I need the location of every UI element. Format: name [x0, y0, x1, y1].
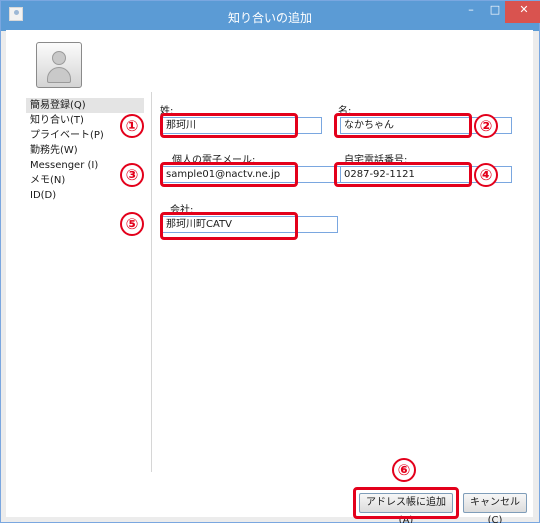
minimize-button[interactable]: – [459, 1, 483, 23]
contact-avatar[interactable] [36, 42, 82, 88]
cancel-button[interactable]: キャンセル(C) [463, 493, 527, 523]
annotation-2: ② [474, 114, 498, 138]
annotation-6: ⑥ [392, 458, 416, 482]
title-bar[interactable]: 知り合いの追加 – □ ✕ [1, 1, 540, 31]
close-button[interactable]: ✕ [505, 1, 540, 23]
annotation-3: ③ [120, 163, 144, 187]
maximize-button[interactable]: □ [483, 1, 507, 23]
highlight-first-name [334, 113, 472, 138]
sidebar-divider [151, 92, 152, 472]
highlight-home-phone [334, 162, 472, 187]
sidebar-item-quick-entry[interactable]: 簡易登録(Q) [26, 98, 144, 113]
highlight-email [160, 162, 298, 187]
highlight-last-name [160, 113, 298, 138]
annotation-4: ④ [474, 163, 498, 187]
annotation-5: ⑤ [120, 212, 144, 236]
annotation-1: ① [120, 114, 144, 138]
sidebar-item-work[interactable]: 勤務先(W) [26, 143, 144, 158]
highlight-company [160, 212, 298, 240]
person-torso-icon [47, 67, 71, 83]
person-head-icon [52, 51, 66, 65]
sidebar-item-id[interactable]: ID(D) [26, 188, 144, 203]
dialog-body: 簡易登録(Q) 知り合い(T) プライベート(P) 勤務先(W) Messeng… [6, 30, 533, 517]
highlight-add-button [353, 487, 459, 519]
sidebar-nav: 簡易登録(Q) 知り合い(T) プライベート(P) 勤務先(W) Messeng… [26, 98, 144, 203]
